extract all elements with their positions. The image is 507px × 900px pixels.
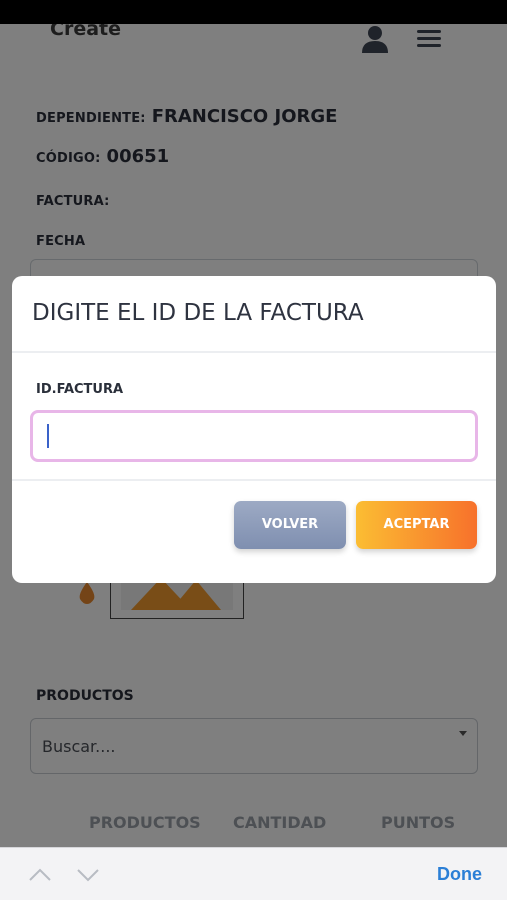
id-factura-input[interactable] <box>30 410 478 462</box>
dialog-header-divider <box>12 351 496 353</box>
aceptar-button[interactable]: ACEPTAR <box>356 501 477 549</box>
done-button[interactable]: Done <box>437 864 482 885</box>
dialog-title: DIGITE EL ID DE LA FACTURA <box>32 300 364 326</box>
text-cursor <box>47 424 49 448</box>
keyboard-accessory-bar: Done <box>0 847 507 900</box>
chevron-up-icon[interactable] <box>28 867 52 881</box>
dialog-footer-divider <box>12 479 496 481</box>
volver-button[interactable]: VOLVER <box>234 501 346 549</box>
factura-id-dialog: DIGITE EL ID DE LA FACTURA ID.FACTURA VO… <box>12 276 496 583</box>
id-factura-label: ID.FACTURA <box>36 382 124 397</box>
status-bar <box>0 0 507 24</box>
chevron-down-icon[interactable] <box>76 867 100 882</box>
